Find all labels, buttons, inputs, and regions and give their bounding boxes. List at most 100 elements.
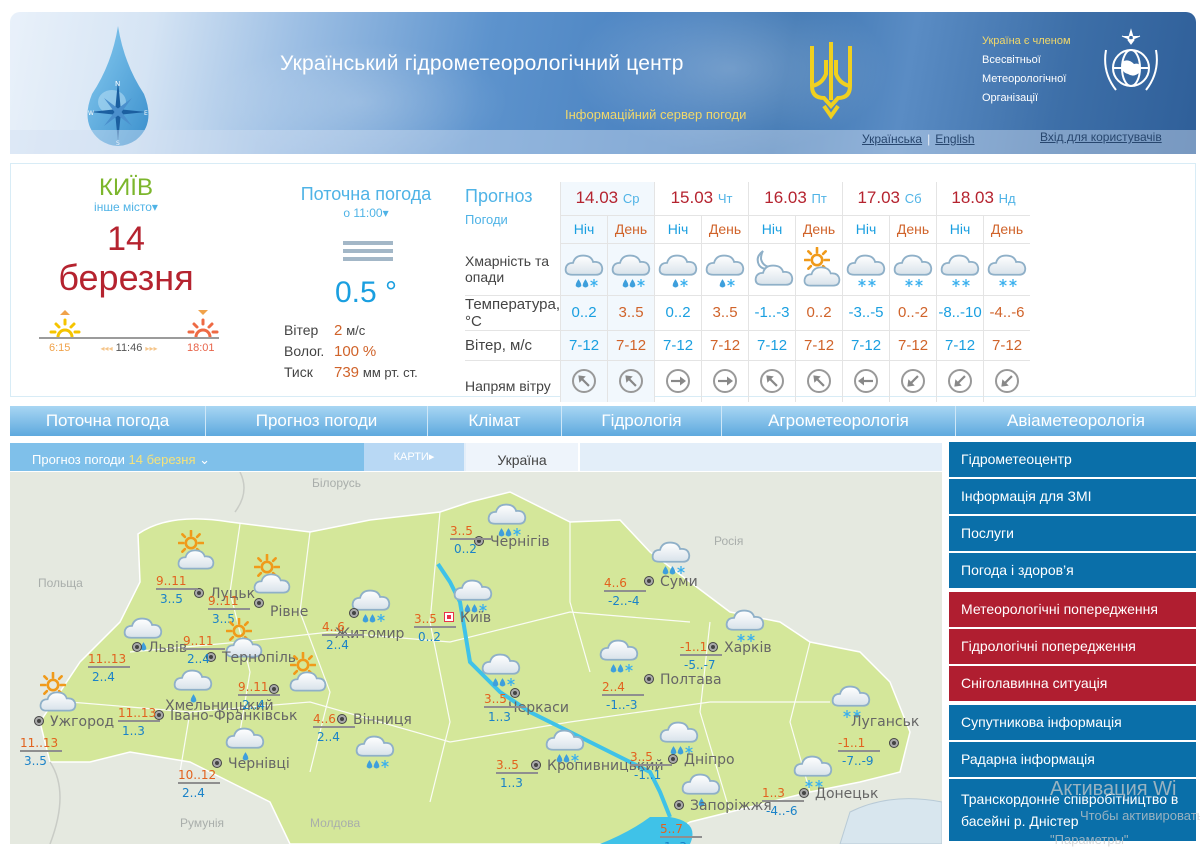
other-city-dropdown[interactable]: інше місто▾	[11, 200, 241, 214]
sidebar-item[interactable]: Послуги	[949, 516, 1196, 551]
city-marker[interactable]	[133, 643, 141, 651]
sidebar-item[interactable]: Погода і здоров’я	[949, 553, 1196, 588]
sidebar-item[interactable]: Сніголавинна ситуація	[949, 666, 1196, 701]
forecast-wind-direction	[701, 360, 749, 402]
wmo-membership-text: Україна є членом Всесвітньої Метеорологі…	[982, 32, 1071, 108]
snow-icon	[846, 254, 886, 287]
wind-unit: м/с	[346, 323, 366, 338]
city-label: Полтава	[660, 672, 722, 688]
forecast-wind-direction	[983, 360, 1031, 402]
weather-map[interactable]: Білорусь Польща Росія Румунія Молдова Лу…	[10, 472, 942, 844]
current-params: Вітер 2 м/с Волог. 100 % Тиск 739 мм рт. ст…	[284, 320, 418, 383]
forecast-wind: 7-12	[889, 330, 937, 361]
forecast-temperature: -4..-6	[983, 295, 1031, 331]
forecast-wind-direction	[654, 360, 702, 402]
forecast-wind: 7-12	[654, 330, 702, 361]
forecast-weekday: Нд	[998, 191, 1016, 207]
row-label-direction: Напрям вітру	[465, 378, 551, 395]
forecast-weekday: Пт	[811, 191, 827, 207]
forecast-weekday: Чт	[717, 191, 733, 207]
city-marker[interactable]	[195, 589, 203, 597]
city-day-temp: 5..7	[660, 822, 702, 838]
lang-ukrainian-link[interactable]: Українська	[862, 132, 922, 146]
sunset-time: 18:01	[187, 342, 215, 354]
lang-english-link[interactable]: English	[935, 132, 974, 146]
city-marker[interactable]	[890, 739, 898, 747]
forecast-date-dropdown[interactable]: Прогноз погоди 14 березня ⌄	[10, 443, 364, 471]
city-marker[interactable]	[255, 599, 263, 607]
city-night-temp: 0..2	[418, 630, 441, 644]
sidebar-item[interactable]: Радарна інформація	[949, 742, 1196, 777]
sun-cloud-icon	[803, 247, 841, 287]
forecast-wind-direction	[889, 360, 937, 402]
period-day-header: День	[701, 215, 749, 244]
nav-climate[interactable]: Клімат	[428, 406, 562, 436]
other-city-label: інше місто	[94, 200, 152, 214]
period-night-header: Ніч	[748, 215, 796, 244]
nav-hydrology[interactable]: Гідрологія	[562, 406, 722, 436]
city-night-temp: 2..4	[326, 638, 349, 652]
light-rain-snow-icon	[658, 254, 698, 288]
arrow-east-icon	[713, 369, 738, 394]
city-marker[interactable]	[645, 577, 653, 585]
forecast-wind: 7-12	[607, 330, 655, 361]
forecast-icon-cell	[842, 243, 890, 296]
day-length-value: 11:46	[115, 342, 143, 354]
city-night-temp: 1..3	[500, 776, 523, 790]
city-label: Вінниця	[353, 712, 412, 728]
sun-cloud-icon	[39, 672, 77, 712]
forecast-date: 15.03	[670, 188, 714, 208]
forecast-temperature: 3..5	[701, 295, 749, 331]
nav-agrometeorology[interactable]: Агрометеорологія	[722, 406, 956, 436]
date-month: березня	[58, 257, 194, 298]
city-night-temp: 0..2	[454, 542, 477, 556]
city-night-temp: 3..5	[24, 754, 47, 768]
wmo-line: Україна є членом	[982, 35, 1071, 47]
region-tab-ukraine[interactable]: Україна	[466, 443, 580, 471]
city-marker[interactable]	[645, 675, 653, 683]
forecast-weekday: Сб	[904, 191, 922, 207]
sunrise-icon	[49, 310, 81, 337]
city-marker[interactable]	[350, 609, 358, 617]
sidebar-item[interactable]: Метеорологічні попередження	[949, 592, 1196, 627]
rain-snow-icon	[599, 639, 639, 673]
forecast-wind-direction	[748, 360, 796, 402]
city-marker[interactable]	[675, 801, 683, 809]
row-label-clouds: Хмарність та опади	[465, 243, 561, 296]
city-day-temp: 3..5	[496, 758, 538, 774]
sidebar-item[interactable]: Супутникова інформація	[949, 705, 1196, 740]
city-night-temp: -2..-4	[608, 594, 640, 608]
arrow-southwest-icon	[948, 369, 973, 394]
nav-forecast[interactable]: Прогноз погоди	[206, 406, 428, 436]
wmo-logo-icon[interactable]	[1098, 28, 1164, 100]
city-night-temp: -4..-6	[766, 804, 798, 818]
humidity-unit: %	[362, 343, 377, 360]
wind-label: Вітер	[284, 322, 319, 338]
nav-aviameteorology[interactable]: Авіаметеорологія	[956, 406, 1196, 436]
city-marker[interactable]	[213, 759, 221, 767]
login-link[interactable]: Вхід для користувачів	[1040, 130, 1162, 144]
current-time-dropdown[interactable]: о 11:00▾	[276, 206, 456, 220]
maps-tab[interactable]: КАРТИ▸	[364, 443, 464, 471]
current-weather-title: Поточна погода	[300, 184, 432, 204]
city-label: Рівне	[270, 604, 309, 620]
snow-icon	[987, 254, 1027, 287]
sidebar-item[interactable]: Інформація для ЗМІ	[949, 479, 1196, 514]
pressure-label: Тиск	[284, 364, 313, 380]
sidebar-item[interactable]: Гідрологічні попередження	[949, 629, 1196, 664]
lang-separator: |	[927, 132, 931, 146]
sidebar-item[interactable]: Гідрометеоцентр	[949, 442, 1196, 477]
forecast-wind-direction	[607, 360, 655, 402]
caret-down-icon: ▾	[151, 200, 158, 214]
city-label: Донецьк	[815, 786, 879, 802]
forecast-icon-cell	[936, 243, 984, 296]
period-night-header: Ніч	[654, 215, 702, 244]
forecast-wind-direction	[795, 360, 843, 402]
snow-icon	[940, 254, 980, 287]
nav-current-weather[interactable]: Поточна погода	[10, 406, 206, 436]
svg-text:N: N	[115, 80, 120, 88]
city-night-temp: 3..5	[160, 592, 183, 606]
city-label: Луганськ	[851, 714, 920, 730]
forecast-date-header: 16.03 Пт	[748, 182, 843, 216]
city-marker[interactable]	[35, 717, 43, 725]
